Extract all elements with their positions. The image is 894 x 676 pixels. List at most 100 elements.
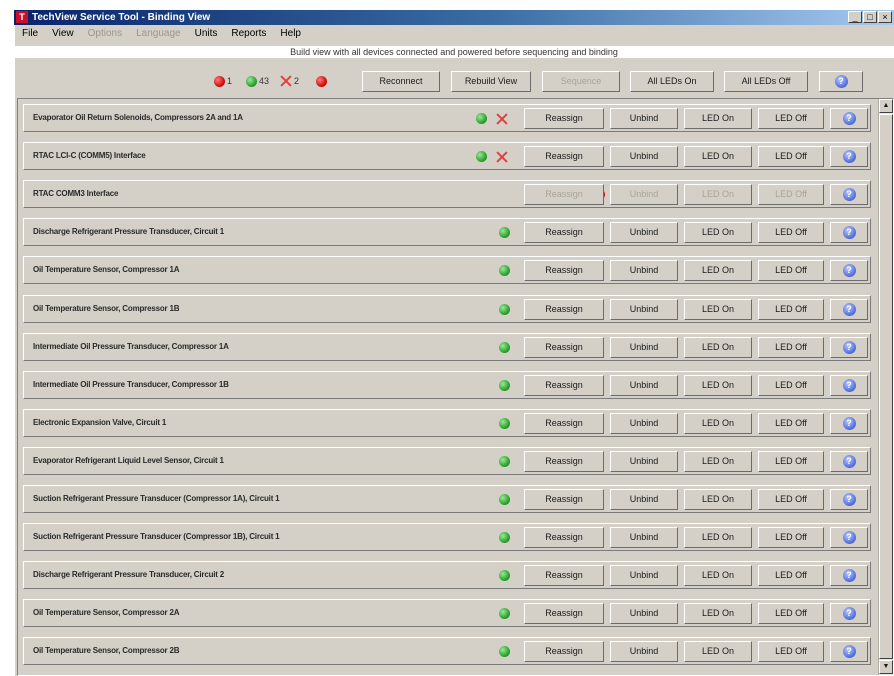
led-on-button[interactable]: LED On [684, 260, 752, 281]
row-help-button[interactable]: ? [830, 184, 868, 205]
device-row: Oil Temperature Sensor, Compressor 2B Rea… [23, 637, 871, 665]
led-on-button[interactable]: LED On [684, 337, 752, 358]
led-off-button[interactable]: LED Off [758, 603, 824, 624]
reconnect-button[interactable]: Reconnect [362, 71, 440, 92]
led-on-button[interactable]: LED On [684, 184, 752, 205]
vertical-scrollbar[interactable]: ▲ ▼ [878, 99, 893, 675]
close-button[interactable]: × [878, 11, 892, 23]
reassign-button[interactable]: Reassign [524, 489, 604, 510]
led-off-button[interactable]: LED Off [758, 641, 824, 662]
reassign-button[interactable]: Reassign [524, 641, 604, 662]
row-help-button[interactable]: ? [830, 413, 868, 434]
unbind-button[interactable]: Unbind [610, 451, 678, 472]
reassign-button[interactable]: Reassign [524, 260, 604, 281]
row-help-button[interactable]: ? [830, 337, 868, 358]
reassign-button[interactable]: Reassign [524, 108, 604, 129]
all-leds-off-button[interactable]: All LEDs Off [724, 71, 808, 92]
row-help-button[interactable]: ? [830, 108, 868, 129]
led-off-button[interactable]: LED Off [758, 222, 824, 243]
unbind-button[interactable]: Unbind [610, 489, 678, 510]
row-help-button[interactable]: ? [830, 527, 868, 548]
row-help-button[interactable]: ? [830, 603, 868, 624]
reassign-button[interactable]: Reassign [524, 413, 604, 434]
device-label: Discharge Refrigerant Pressure Transduce… [33, 227, 225, 236]
sequence-button[interactable]: Sequence [542, 71, 620, 92]
led-off-button[interactable]: LED Off [758, 565, 824, 586]
reassign-button[interactable]: Reassign [524, 603, 604, 624]
scrollbar-thumb[interactable] [879, 114, 893, 659]
maximize-button[interactable]: □ [863, 11, 877, 23]
led-off-button[interactable]: LED Off [758, 146, 824, 167]
menu-language[interactable]: Language [130, 26, 187, 41]
led-on-button[interactable]: LED On [684, 641, 752, 662]
led-off-button[interactable]: LED Off [758, 451, 824, 472]
led-on-button[interactable]: LED On [684, 108, 752, 129]
reassign-button[interactable]: Reassign [524, 375, 604, 396]
row-help-button[interactable]: ? [830, 222, 868, 243]
led-on-button[interactable]: LED On [684, 375, 752, 396]
led-off-button[interactable]: LED Off [758, 108, 824, 129]
led-on-button[interactable]: LED On [684, 527, 752, 548]
reassign-button[interactable]: Reassign [524, 146, 604, 167]
unbind-button[interactable]: Unbind [610, 527, 678, 548]
led-off-button[interactable]: LED Off [758, 527, 824, 548]
unbind-button[interactable]: Unbind [610, 337, 678, 358]
row-help-button[interactable]: ? [830, 260, 868, 281]
menu-help[interactable]: Help [274, 26, 307, 41]
row-help-button[interactable]: ? [830, 375, 868, 396]
led-off-button[interactable]: LED Off [758, 299, 824, 320]
reassign-button[interactable]: Reassign [524, 527, 604, 548]
unbind-button[interactable]: Unbind [610, 375, 678, 396]
led-off-button[interactable]: LED Off [758, 337, 824, 358]
unbind-button[interactable]: Unbind [610, 413, 678, 434]
led-on-button[interactable]: LED On [684, 489, 752, 510]
green-status-icon [499, 456, 510, 467]
green-status-icon [476, 113, 487, 124]
menu-units[interactable]: Units [189, 26, 224, 41]
led-on-button[interactable]: LED On [684, 222, 752, 243]
row-help-button[interactable]: ? [830, 565, 868, 586]
led-off-button[interactable]: LED Off [758, 260, 824, 281]
unbind-button[interactable]: Unbind [610, 641, 678, 662]
led-off-button[interactable]: LED Off [758, 489, 824, 510]
reassign-button[interactable]: Reassign [524, 451, 604, 472]
unbind-button[interactable]: Unbind [610, 108, 678, 129]
unbind-button[interactable]: Unbind [610, 184, 678, 205]
reassign-button[interactable]: Reassign [524, 184, 604, 205]
row-help-button[interactable]: ? [830, 451, 868, 472]
reassign-button[interactable]: Reassign [524, 222, 604, 243]
reassign-button[interactable]: Reassign [524, 565, 604, 586]
title-bar[interactable]: T TechView Service Tool - Binding View _… [14, 10, 894, 25]
unbind-button[interactable]: Unbind [610, 565, 678, 586]
unbind-button[interactable]: Unbind [610, 222, 678, 243]
help-button[interactable]: ? [819, 71, 863, 92]
led-off-button[interactable]: LED Off [758, 413, 824, 434]
unbind-button[interactable]: Unbind [610, 260, 678, 281]
menu-file[interactable]: File [16, 26, 44, 41]
menu-options[interactable]: Options [82, 26, 128, 41]
reassign-button[interactable]: Reassign [524, 299, 604, 320]
led-on-button[interactable]: LED On [684, 413, 752, 434]
row-help-button[interactable]: ? [830, 489, 868, 510]
led-on-button[interactable]: LED On [684, 146, 752, 167]
led-off-button[interactable]: LED Off [758, 184, 824, 205]
led-on-button[interactable]: LED On [684, 451, 752, 472]
led-on-button[interactable]: LED On [684, 603, 752, 624]
row-help-button[interactable]: ? [830, 146, 868, 167]
all-leds-on-button[interactable]: All LEDs On [630, 71, 714, 92]
unbind-button[interactable]: Unbind [610, 603, 678, 624]
led-on-button[interactable]: LED On [684, 299, 752, 320]
unbind-button[interactable]: Unbind [610, 299, 678, 320]
unbind-button[interactable]: Unbind [610, 146, 678, 167]
led-on-button[interactable]: LED On [684, 565, 752, 586]
led-off-button[interactable]: LED Off [758, 375, 824, 396]
scroll-down-button[interactable]: ▼ [879, 660, 893, 674]
reassign-button[interactable]: Reassign [524, 337, 604, 358]
menu-view[interactable]: View [46, 26, 80, 41]
minimize-button[interactable]: _ [848, 11, 862, 23]
scroll-up-button[interactable]: ▲ [879, 99, 893, 113]
row-help-button[interactable]: ? [830, 299, 868, 320]
rebuild-view-button[interactable]: Rebuild View [451, 71, 531, 92]
row-help-button[interactable]: ? [830, 641, 868, 662]
menu-reports[interactable]: Reports [225, 26, 272, 41]
